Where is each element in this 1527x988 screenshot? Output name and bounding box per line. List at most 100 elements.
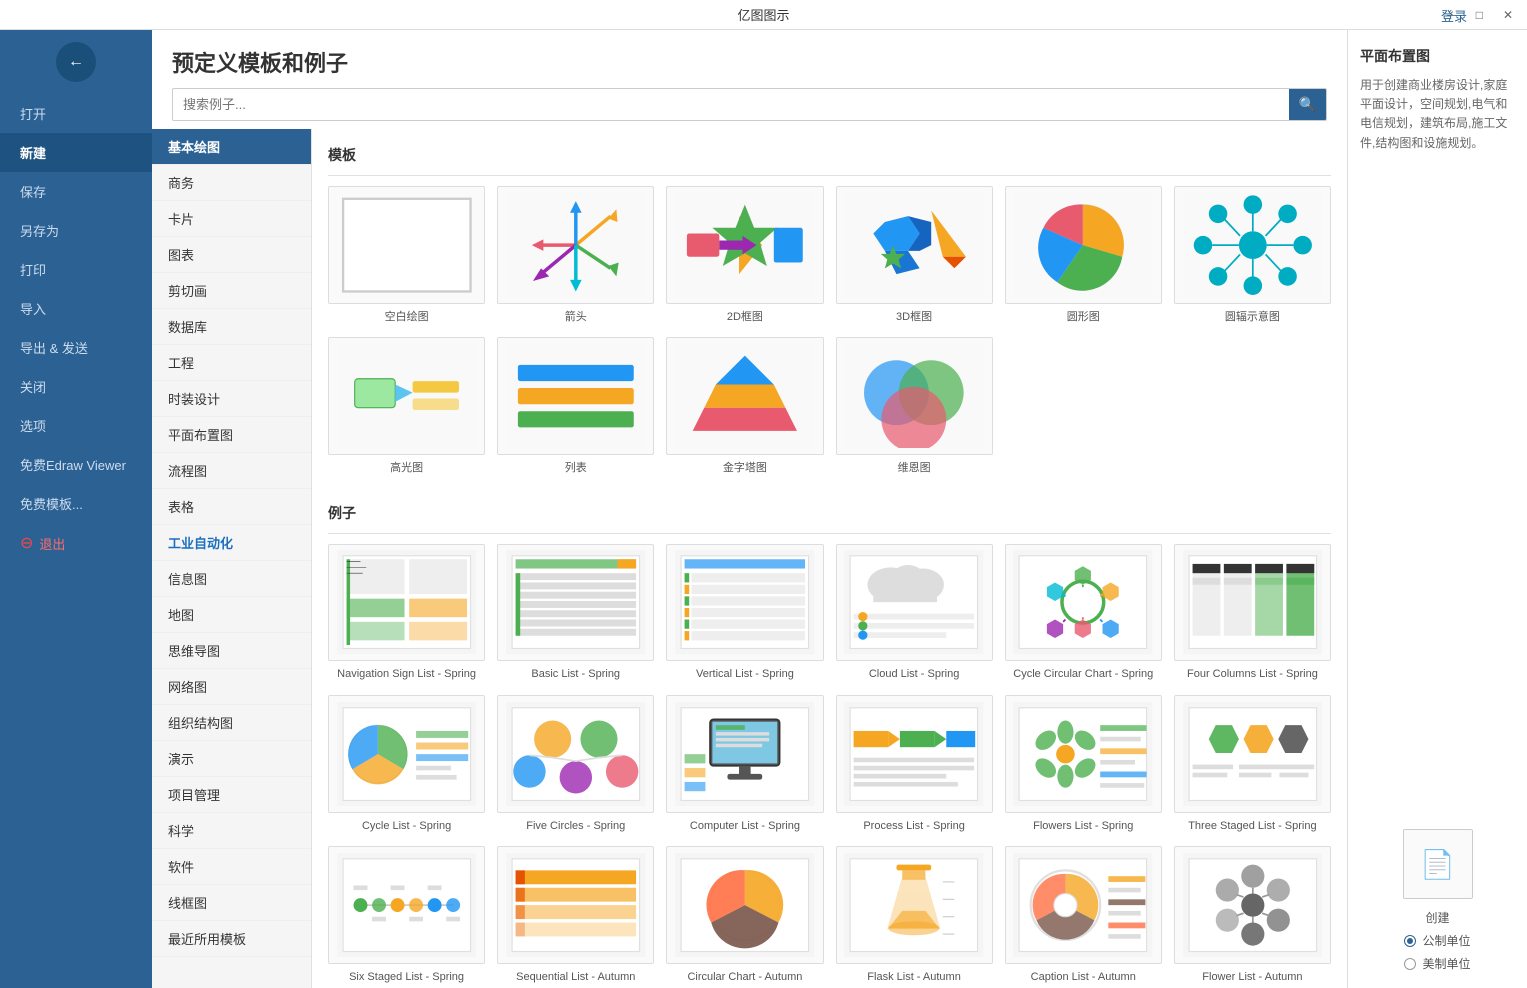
- example-flask-autumn[interactable]: Flask List - Autumn: [836, 846, 993, 985]
- template-thumb-3d: [836, 186, 993, 304]
- nav-item-network[interactable]: 网络图: [152, 669, 311, 705]
- nav-item-project[interactable]: 项目管理: [152, 777, 311, 813]
- template-list[interactable]: 列表: [497, 337, 654, 476]
- template-label-circle: 圆形图: [1067, 310, 1100, 325]
- example-three-staged[interactable]: Three Staged List - Spring: [1174, 695, 1331, 834]
- template-radial[interactable]: 圆辐示意图: [1174, 186, 1331, 325]
- nav-item-business[interactable]: 商务: [152, 165, 311, 201]
- unit-radio-group: 公制单位 美制单位: [1404, 932, 1470, 972]
- sidebar-item-exit[interactable]: ⊖ 退出: [0, 523, 152, 563]
- nav-item-mindmap[interactable]: 思维导图: [152, 633, 311, 669]
- maximize-btn[interactable]: □: [1470, 6, 1489, 24]
- back-button[interactable]: ←: [56, 42, 96, 82]
- nav-item-map[interactable]: 地图: [152, 597, 311, 633]
- nav-item-charts[interactable]: 图表: [152, 237, 311, 273]
- sidebar-item-print[interactable]: 打印: [0, 250, 152, 289]
- example-cloud-list[interactable]: Cloud List - Spring: [836, 544, 993, 683]
- sidebar-item-viewer[interactable]: 免费Edraw Viewer: [0, 445, 152, 484]
- template-circle[interactable]: 圆形图: [1005, 186, 1162, 325]
- nav-item-presentation[interactable]: 演示: [152, 741, 311, 777]
- example-process-list[interactable]: Process List - Spring: [836, 695, 993, 834]
- label-sequential-autumn: Sequential List - Autumn: [516, 970, 635, 985]
- example-caption-autumn[interactable]: Caption List - Autumn: [1005, 846, 1162, 985]
- thumb-flower-autumn: [1174, 846, 1331, 964]
- nav-item-engineering[interactable]: 工程: [152, 345, 311, 381]
- template-label-blank: 空白绘图: [385, 310, 429, 325]
- templates-section-title: 模板: [328, 139, 1331, 176]
- sidebar-item-import[interactable]: 导入: [0, 289, 152, 328]
- templates-grid: 空白绘图: [328, 186, 1331, 477]
- example-basic-list[interactable]: Basic List - Spring: [497, 544, 654, 683]
- template-label-pyramid: 金字塔图: [723, 461, 767, 476]
- template-thumb-pyramid: [666, 337, 823, 455]
- nav-item-database[interactable]: 数据库: [152, 309, 311, 345]
- unit-imperial[interactable]: 美制单位: [1404, 955, 1470, 972]
- nav-item-floor-plan[interactable]: 平面布置图: [152, 417, 311, 453]
- close-btn[interactable]: ✕: [1497, 6, 1519, 24]
- example-flowers-list[interactable]: Flowers List - Spring: [1005, 695, 1162, 834]
- template-3d[interactable]: 3D框图: [836, 186, 993, 325]
- template-label-3d: 3D框图: [896, 310, 932, 325]
- example-cycle-list[interactable]: Cycle List - Spring: [328, 695, 485, 834]
- nav-item-basic[interactable]: 基本绘图: [152, 129, 311, 165]
- thumb-vertical-list: [666, 544, 823, 662]
- search-button[interactable]: 🔍: [1289, 89, 1326, 120]
- example-computer-list[interactable]: Computer List - Spring: [666, 695, 823, 834]
- minimize-btn[interactable]: ─: [1441, 6, 1462, 24]
- nav-item-industrial[interactable]: 工业自动化: [152, 525, 311, 561]
- example-four-columns[interactable]: Four Columns List - Spring: [1174, 544, 1331, 683]
- sidebar-item-open[interactable]: 打开: [0, 94, 152, 133]
- thumb-four-columns: [1174, 544, 1331, 662]
- nav-item-recent[interactable]: 最近所用模板: [152, 921, 311, 957]
- nav-item-org[interactable]: 组织结构图: [152, 705, 311, 741]
- thumb-flask-autumn: [836, 846, 993, 964]
- window-controls: ─ □ ✕: [1441, 0, 1519, 30]
- example-six-staged[interactable]: Six Staged List - Spring: [328, 846, 485, 985]
- example-nav-sign[interactable]: Navigation Sign List - Spring: [328, 544, 485, 683]
- sidebar-item-save-as[interactable]: 另存为: [0, 211, 152, 250]
- unit-metric[interactable]: 公制单位: [1404, 932, 1470, 949]
- sidebar-item-new[interactable]: 新建: [0, 133, 152, 172]
- nav-item-cards[interactable]: 卡片: [152, 201, 311, 237]
- label-flowers-list: Flowers List - Spring: [1033, 819, 1133, 834]
- nav-item-software[interactable]: 软件: [152, 849, 311, 885]
- examples-section-title: 例子: [328, 497, 1331, 534]
- example-five-circles[interactable]: Five Circles - Spring: [497, 695, 654, 834]
- panel-header: 预定义模板和例子 🔍: [152, 30, 1347, 129]
- sidebar-item-export[interactable]: 导出 & 发送: [0, 328, 152, 367]
- nav-item-wireframe[interactable]: 线框图: [152, 885, 311, 921]
- nav-item-table[interactable]: 表格: [152, 489, 311, 525]
- nav-item-science[interactable]: 科学: [152, 813, 311, 849]
- example-circular-autumn[interactable]: Circular Chart - Autumn: [666, 846, 823, 985]
- center-panel: 预定义模板和例子 🔍 基本绘图 商务 卡片 图表 剪切画 数据库 工程 时装设计: [152, 30, 1347, 988]
- template-arrows[interactable]: 箭头: [497, 186, 654, 325]
- template-pyramid[interactable]: 金字塔图: [666, 337, 823, 476]
- template-highlight[interactable]: 高光图: [328, 337, 485, 476]
- template-label-highlight: 高光图: [390, 461, 423, 476]
- template-venn[interactable]: 维恩图: [836, 337, 993, 476]
- metric-label: 公制单位: [1422, 932, 1470, 949]
- template-thumb-2d: [666, 186, 823, 304]
- nav-item-fashion[interactable]: 时装设计: [152, 381, 311, 417]
- sidebar-item-save[interactable]: 保存: [0, 172, 152, 211]
- example-vertical-list[interactable]: Vertical List - Spring: [666, 544, 823, 683]
- label-caption-autumn: Caption List - Autumn: [1031, 970, 1136, 985]
- sidebar-item-close[interactable]: 关闭: [0, 367, 152, 406]
- titlebar: 亿图图示 登录 ─ □ ✕: [0, 0, 1527, 30]
- create-button[interactable]: 📄: [1403, 829, 1473, 899]
- sidebar-item-free-templates[interactable]: 免费模板...: [0, 484, 152, 523]
- examples-grid: Navigation Sign List - Spring: [328, 544, 1331, 986]
- sidebar-item-options[interactable]: 选项: [0, 406, 152, 445]
- label-flask-autumn: Flask List - Autumn: [867, 970, 961, 985]
- example-cycle-chart[interactable]: Cycle Circular Chart - Spring: [1005, 544, 1162, 683]
- template-label-list: 列表: [565, 461, 587, 476]
- example-flower-autumn[interactable]: Flower List - Autumn: [1174, 846, 1331, 985]
- search-input[interactable]: [173, 91, 1289, 118]
- template-blank[interactable]: 空白绘图: [328, 186, 485, 325]
- template-label-arrows: 箭头: [565, 310, 587, 325]
- nav-item-infographic[interactable]: 信息图: [152, 561, 311, 597]
- nav-item-clip-art[interactable]: 剪切画: [152, 273, 311, 309]
- nav-item-flowchart[interactable]: 流程图: [152, 453, 311, 489]
- template-2d[interactable]: 2D框图: [666, 186, 823, 325]
- example-sequential-autumn[interactable]: Sequential List - Autumn: [497, 846, 654, 985]
